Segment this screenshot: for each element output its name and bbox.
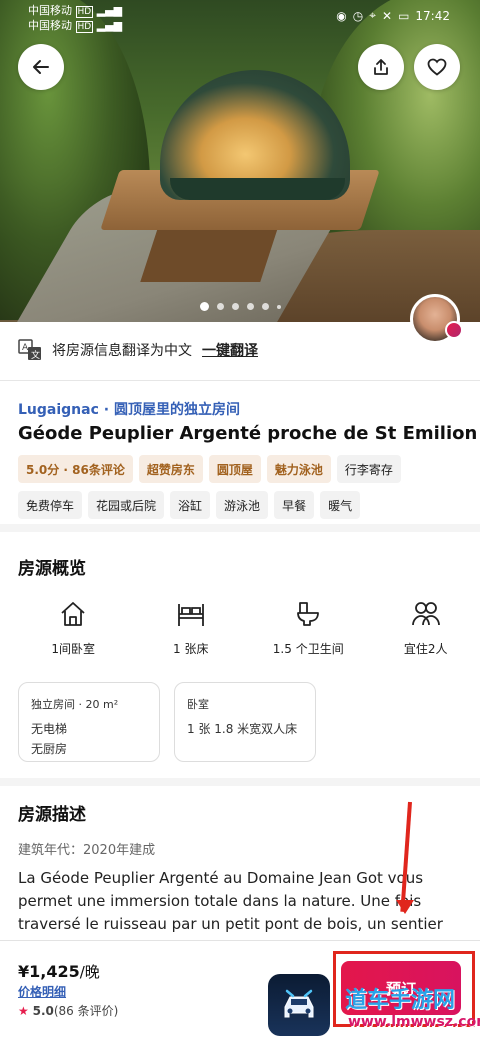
house-icon bbox=[61, 602, 85, 626]
amenity-bed: 1 张床 bbox=[137, 600, 246, 657]
section-gap bbox=[0, 524, 480, 532]
tag-superhost[interactable]: 超赞房东 bbox=[138, 455, 203, 483]
carousel-dot[interactable] bbox=[199, 302, 209, 311]
heart-icon bbox=[427, 58, 447, 76]
listing-title: Géode Peuplier Argenté proche de St Emil… bbox=[18, 423, 478, 444]
clock: 17:42 bbox=[415, 8, 450, 23]
build-year: 建筑年代：2020年建成 bbox=[18, 843, 156, 858]
annotation-arrow-head bbox=[396, 900, 414, 914]
amenity-label: 1间卧室 bbox=[51, 642, 96, 656]
rating-value: 5.0 bbox=[32, 1004, 54, 1018]
tag-luggage[interactable]: 行李寄存 bbox=[336, 455, 401, 483]
price-amount: ¥1,425 bbox=[18, 962, 80, 981]
signal-icon: ▂▄▆ bbox=[96, 4, 123, 17]
price: ¥1,425/晚 bbox=[18, 961, 100, 982]
alarm-icon: ◷ bbox=[352, 8, 364, 23]
amenity-guests: 宜住2人 bbox=[372, 600, 480, 657]
room-info-card[interactable]: 独立房间 · 20 m² 无电梯 无厨房 bbox=[18, 682, 160, 762]
tag-dome[interactable]: 圆顶屋 bbox=[208, 455, 261, 483]
card-head: 独立房间 · 20 m² bbox=[31, 698, 119, 711]
eye-icon: ◉ bbox=[336, 8, 347, 23]
carousel-dot[interactable] bbox=[276, 305, 281, 309]
carousel-dots[interactable] bbox=[0, 302, 480, 311]
amenity-row: 1间卧室 1 张床 1.5 个卫生间 宜住2人 bbox=[0, 600, 480, 657]
translate-text: 将房源信息翻译为中文 bbox=[52, 343, 192, 359]
svg-text:文: 文 bbox=[31, 349, 40, 361]
share-icon bbox=[374, 59, 388, 75]
card-line: 无电梯 bbox=[31, 722, 68, 736]
arrow-left-icon bbox=[33, 60, 49, 74]
translate-icon: A 文 bbox=[18, 339, 41, 361]
carousel-dot[interactable] bbox=[246, 303, 254, 310]
back-button[interactable] bbox=[18, 44, 64, 90]
section-gap bbox=[0, 778, 480, 786]
star-icon: ★ bbox=[18, 1004, 29, 1018]
listing-subtitle[interactable]: Lugaignac · 圆顶屋里的独立房间 bbox=[18, 399, 240, 419]
carrier-2-tag: HD bbox=[75, 21, 94, 33]
people-icon bbox=[411, 602, 440, 626]
card-line: 1 张 1.8 米宽双人床 bbox=[187, 722, 298, 736]
bedroom-card[interactable]: 卧室 1 张 1.8 米宽双人床 bbox=[174, 682, 316, 762]
carrier-1: 中国移动 bbox=[28, 4, 72, 17]
price-unit: /晚 bbox=[79, 963, 100, 981]
share-button[interactable] bbox=[358, 44, 404, 90]
watermark-url: www.lmwwsz.com bbox=[348, 1014, 480, 1030]
overview-title: 房源概览 bbox=[18, 559, 86, 579]
divider bbox=[0, 380, 480, 381]
carousel-dot[interactable] bbox=[216, 303, 224, 310]
amenity-bathroom: 1.5 个卫生间 bbox=[254, 600, 363, 657]
signal-icon-2: ▂▄▆ bbox=[96, 19, 123, 32]
review-count: (86 条评价) bbox=[53, 1004, 119, 1018]
host-avatar[interactable] bbox=[410, 294, 463, 344]
tag-breakfast[interactable]: 早餐 bbox=[274, 491, 315, 519]
carrier-1-tag: HD bbox=[75, 6, 94, 18]
tag-parking[interactable]: 免费停车 bbox=[18, 491, 83, 519]
tag-rating[interactable]: 5.0分 · 86条评论 bbox=[18, 455, 133, 483]
carrier-info: 中国移动 HD ▂▄▆ 中国移动 HD ▂▄▆ bbox=[28, 4, 122, 34]
price-detail-link[interactable]: 价格明细 bbox=[18, 983, 66, 1000]
amenity-bedroom: 1间卧室 bbox=[19, 600, 128, 657]
tag-list: 5.0分 · 86条评论 超赞房东 圆顶屋 魅力泳池 行李寄存 免费停车 花园或… bbox=[18, 455, 468, 519]
carousel-dot[interactable] bbox=[231, 303, 239, 310]
bed-icon bbox=[177, 604, 204, 626]
dome-base bbox=[170, 178, 345, 200]
hero-photo[interactable]: 中国移动 HD ▂▄▆ 中国移动 HD ▂▄▆ ◉ ◷ ⌖ ✕ ▭ 17:42 bbox=[0, 0, 480, 322]
card-head: 卧室 bbox=[187, 698, 209, 711]
status-icons: ◉ ◷ ⌖ ✕ ▭ 17:42 bbox=[336, 8, 450, 23]
amenity-label: 宜住2人 bbox=[403, 642, 448, 656]
tag-bathtub[interactable]: 浴缸 bbox=[170, 491, 211, 519]
status-bar: 中国移动 HD ▂▄▆ 中国移动 HD ▂▄▆ ◉ ◷ ⌖ ✕ ▭ 17:42 bbox=[0, 0, 480, 34]
tag-garden[interactable]: 花园或后院 bbox=[88, 491, 165, 519]
tag-heating[interactable]: 暖气 bbox=[320, 491, 361, 519]
car-icon bbox=[284, 989, 314, 1018]
watermark-text: 道车手游网 bbox=[345, 988, 456, 1013]
app-logo bbox=[268, 974, 330, 1036]
card-line: 无厨房 bbox=[31, 742, 68, 756]
rating[interactable]: ★ 5.0(86 条评价) bbox=[18, 1002, 118, 1019]
carousel-dot[interactable] bbox=[261, 303, 269, 310]
svg-text:A: A bbox=[22, 343, 29, 353]
amenity-label: 1.5 个卫生间 bbox=[272, 642, 344, 656]
description-title: 房源描述 bbox=[18, 805, 86, 825]
carrier-2: 中国移动 bbox=[28, 19, 72, 32]
translate-row: A 文 将房源信息翻译为中文 一键翻译 bbox=[18, 336, 258, 364]
toilet-icon bbox=[297, 602, 320, 626]
location-icon: ⌖ bbox=[369, 8, 376, 22]
deck-side bbox=[140, 222, 280, 282]
mute-icon: ✕ bbox=[382, 8, 393, 23]
favorite-button[interactable] bbox=[414, 44, 460, 90]
amenity-label: 1 张床 bbox=[173, 642, 209, 656]
translate-link[interactable]: 一键翻译 bbox=[202, 340, 258, 360]
tag-swimming-pool[interactable]: 游泳池 bbox=[216, 491, 269, 519]
tag-pool[interactable]: 魅力泳池 bbox=[266, 455, 331, 483]
battery-icon: ▭ bbox=[398, 8, 410, 23]
superhost-badge-icon bbox=[445, 321, 463, 339]
